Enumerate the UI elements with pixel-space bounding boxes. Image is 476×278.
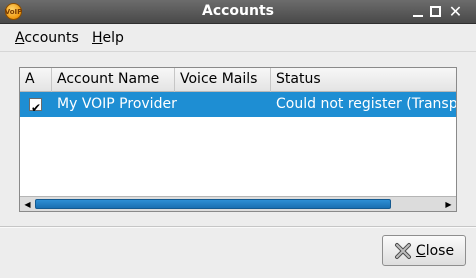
menu-help[interactable]: Help: [92, 30, 124, 46]
column-header-account-name[interactable]: Account Name: [52, 68, 175, 92]
accounts-window: VoIP Accounts ✕ Accounts Help A Account …: [0, 0, 476, 278]
menu-bar: Accounts Help: [0, 25, 476, 52]
close-window-button[interactable]: ✕: [448, 2, 463, 21]
scroll-right-icon[interactable]: ▶: [442, 198, 455, 210]
column-header-active[interactable]: A: [20, 68, 52, 92]
close-mnemonic: C: [415, 242, 426, 259]
close-button-label: Close: [416, 243, 454, 259]
separator: [0, 226, 476, 228]
menu-help-label: elp: [102, 30, 124, 46]
scroll-left-icon[interactable]: ◀: [21, 198, 34, 210]
column-header-status[interactable]: Status: [271, 68, 456, 92]
account-name-cell: My VOIP Provider: [57, 96, 177, 112]
close-icon: ✕: [448, 2, 463, 21]
minimize-button[interactable]: [410, 4, 425, 19]
close-icon: [394, 242, 412, 260]
table-row[interactable]: ✔ My VOIP Provider Could not register (T…: [20, 92, 456, 117]
list-header: A Account Name Voice Mails Status: [20, 68, 456, 92]
title-bar[interactable]: VoIP Accounts ✕: [0, 0, 476, 24]
checkmark-icon: ✔: [31, 101, 42, 115]
menu-accounts-label: ccounts: [24, 30, 79, 46]
horizontal-scrollbar[interactable]: ◀ ▶: [20, 196, 456, 211]
menu-accounts-mnemonic: A: [15, 30, 25, 46]
maximize-icon: [430, 6, 441, 17]
menu-accounts[interactable]: Accounts: [15, 30, 79, 46]
accounts-list: A Account Name Voice Mails Status ✔ My V…: [19, 67, 457, 212]
menu-help-mnemonic: H: [92, 30, 103, 46]
close-button[interactable]: Close: [382, 235, 466, 266]
status-cell: Could not register (Transpo: [276, 96, 456, 112]
maximize-button[interactable]: [428, 4, 443, 19]
scrollbar-thumb[interactable]: [35, 199, 391, 209]
column-header-voice-mails[interactable]: Voice Mails: [175, 68, 271, 92]
close-label-rest: lose: [425, 242, 455, 259]
active-checkbox[interactable]: ✔: [29, 98, 42, 115]
window-title: Accounts: [201, 3, 274, 19]
minimize-icon: [412, 14, 423, 17]
